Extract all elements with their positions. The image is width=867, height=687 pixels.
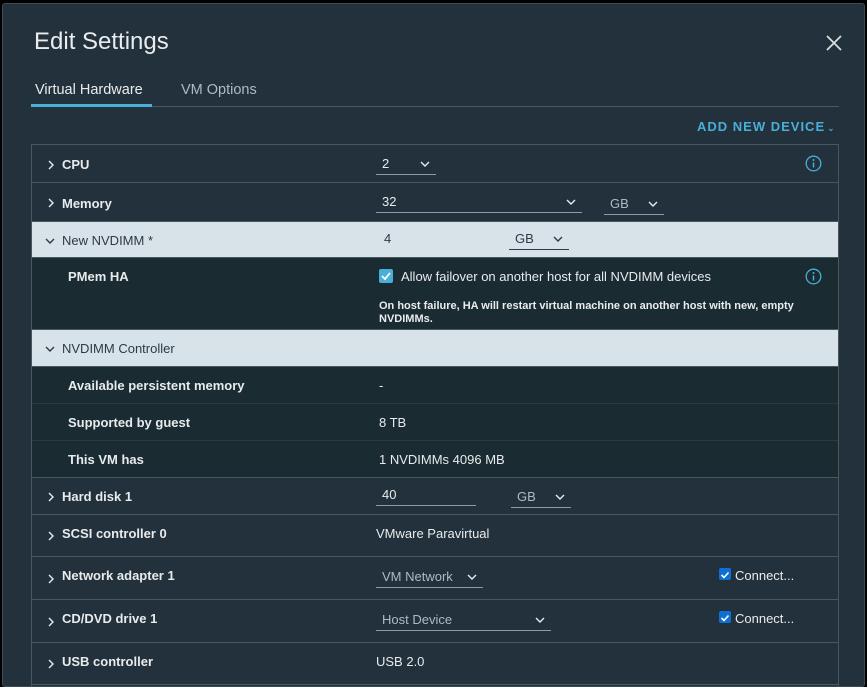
nvdimm-label: New NVDIMM * [62,233,154,248]
row-scsi-controller: SCSI controller 0 VMware Paravirtual [32,515,838,557]
row-hard-disk: Hard disk 1 40 GB [32,478,838,515]
row-memory: Memory 32 GB [32,183,838,222]
cpu-label: CPU [62,157,90,172]
pmem-checkbox-label: Allow failover on another host for all N… [401,269,711,284]
chevron-down-icon [553,236,563,242]
nvdimm-controller-label: NVDIMM Controller [62,341,175,356]
cpu-value: 2 [382,156,390,171]
dialog-title: Edit Settings [34,28,169,55]
row-this-vm-has: This VM has 1 NVDIMMs 4096 MB [32,441,838,478]
memory-unit-select[interactable]: GB [604,193,664,215]
memory-input[interactable]: 32 [376,191,582,213]
memory-value: 32 [382,194,397,209]
chevron-down-icon [555,494,565,500]
supported-by-guest-value: 8 TB [379,415,407,430]
info-icon[interactable] [805,155,822,172]
chevron-down-icon[interactable] [45,344,55,354]
chevron-down-icon [535,617,545,623]
row-pmem-ha: PMem HA Allow failover on another host f… [32,258,838,330]
scsi-label: SCSI controller 0 [62,526,167,541]
usb-value: USB 2.0 [376,654,425,669]
row-nvdimm-controller: NVDIMM Controller [32,330,838,367]
hard-disk-label: Hard disk 1 [62,489,133,504]
chevron-down-icon [420,161,430,167]
memory-label: Memory [62,196,112,211]
hard-disk-unit: GB [517,489,536,504]
pmem-note: On host failure, HA will restart virtual… [379,300,794,325]
chevron-down-icon: ⌄ [827,123,836,133]
hardware-grid: CPU 2 Memory 32 GB New NVDIMM * 4 GB PMe… [31,144,839,686]
cpu-select[interactable]: 2 [376,153,436,175]
pmem-checkbox[interactable] [379,269,393,283]
chevron-right-icon[interactable] [46,160,56,170]
network-value: VM Network [382,569,453,584]
usb-label: USB controller [62,654,154,669]
network-connect-label: Connect... [735,568,795,583]
cddvd-label: CD/DVD drive 1 [62,611,158,626]
tab-virtual-hardware[interactable]: Virtual Hardware [31,80,152,107]
cddvd-connect-checkbox[interactable] [719,611,731,623]
chevron-right-icon[interactable] [46,492,56,502]
nvdimm-value: 4 [384,231,392,246]
row-network-adapter: Network adapter 1 VM Network Connect... [32,557,838,600]
row-usb-controller: USB controller USB 2.0 [32,643,838,685]
chevron-right-icon[interactable] [46,617,56,627]
pmem-label: PMem HA [68,269,129,284]
nvdimm-unit-select[interactable]: GB [509,228,569,250]
hard-disk-size-input[interactable]: 40 [376,484,476,506]
chevron-down-icon[interactable] [45,236,55,246]
hard-disk-unit-select[interactable]: GB [511,486,571,508]
row-supported-by-guest: Supported by guest 8 TB [32,404,838,441]
available-memory-value: - [379,378,384,393]
scsi-value: VMware Paravirtual [376,526,490,541]
available-memory-label: Available persistent memory [68,378,245,393]
row-new-nvdimm: New NVDIMM * 4 GB [32,222,838,258]
add-new-device-label: ADD NEW DEVICE [697,119,826,134]
chevron-right-icon[interactable] [46,659,56,669]
hard-disk-value: 40 [382,487,397,502]
nvdimm-size-input[interactable]: 4 [378,228,478,250]
tab-vm-options[interactable]: VM Options [177,80,261,107]
network-select[interactable]: VM Network [376,566,483,588]
network-connect-checkbox[interactable] [719,568,731,580]
this-vm-has-value: 1 NVDIMMs 4096 MB [379,452,505,467]
cddvd-select[interactable]: Host Device [376,609,551,631]
this-vm-has-label: This VM has [68,452,144,467]
network-label: Network adapter 1 [62,568,175,583]
chevron-down-icon [566,199,576,205]
supported-by-guest-label: Supported by guest [68,415,191,430]
chevron-down-icon [467,574,477,580]
chevron-right-icon[interactable] [46,531,56,541]
tab-bar: Virtual Hardware VM Options [31,80,839,107]
nvdimm-unit: GB [515,231,534,246]
memory-unit: GB [610,196,629,211]
info-icon[interactable] [805,268,822,285]
cddvd-connect-label: Connect... [735,611,795,626]
add-new-device-button[interactable]: ADD NEW DEVICE ⌄ [697,119,836,134]
chevron-right-icon[interactable] [46,574,56,584]
close-icon[interactable] [823,32,845,54]
row-cd-dvd-drive: CD/DVD drive 1 Host Device Connect... [32,600,838,643]
cddvd-value: Host Device [382,612,453,627]
row-available-memory: Available persistent memory - [32,367,838,404]
checkmark-icon [720,571,730,579]
edit-settings-dialog: Edit Settings Virtual Hardware VM Option… [2,3,865,687]
row-cpu: CPU 2 [32,145,838,183]
checkmark-icon [381,272,391,281]
chevron-down-icon [648,201,658,207]
chevron-right-icon[interactable] [46,198,56,208]
checkmark-icon [720,614,730,622]
